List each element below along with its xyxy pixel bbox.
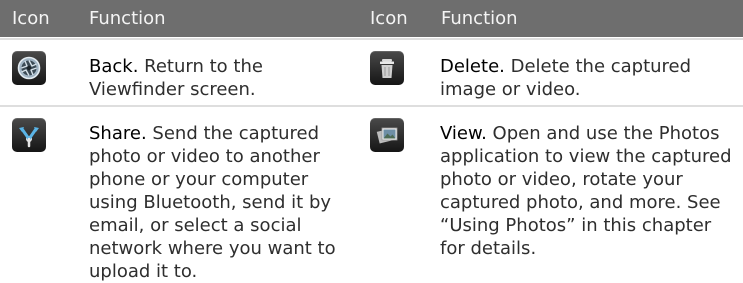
function-column-header: Function [89, 8, 166, 29]
function-description: Share. Send the captured photo or video … [89, 122, 351, 283]
row-separator [0, 105, 743, 107]
function-title: Back. [89, 56, 139, 77]
camera-shutter-icon [12, 51, 46, 85]
function-description: View. Open and use the Photos applicatio… [440, 122, 740, 260]
function-column-header: Function [441, 8, 518, 29]
function-title: Delete. [440, 56, 505, 77]
function-title: View. [440, 123, 487, 144]
photos-icon [370, 118, 404, 152]
icon-column-header: Icon [12, 8, 50, 29]
function-text: Send the captured photo or video to anot… [89, 123, 336, 282]
function-description: Back. Return to the Viewfinder screen. [89, 55, 339, 101]
icon-function-table: Icon Function Icon Function Back. Return… [0, 0, 743, 282]
share-icon [12, 118, 46, 152]
table-header: Icon Function Icon Function [0, 0, 743, 37]
trash-icon [370, 51, 404, 85]
function-description: Delete. Delete the captured image or vid… [440, 55, 730, 101]
function-title: Share. [89, 123, 147, 144]
icon-column-header: Icon [370, 8, 408, 29]
row-separator [0, 38, 743, 40]
